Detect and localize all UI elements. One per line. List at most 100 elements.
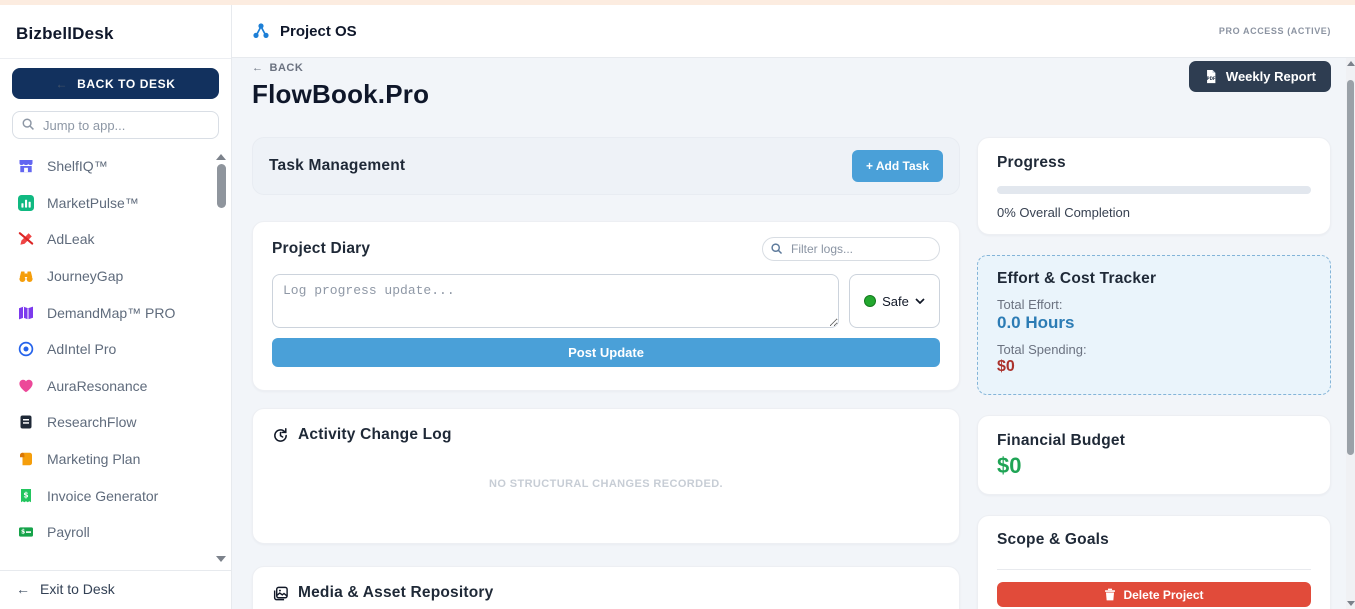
divider <box>997 569 1311 570</box>
weekly-report-button[interactable]: PDF Weekly Report <box>1189 61 1331 92</box>
post-update-button[interactable]: Post Update <box>272 338 940 367</box>
scrollbar-thumb[interactable] <box>217 164 226 208</box>
sidebar-item-adleak[interactable]: AdLeak <box>0 221 213 258</box>
scroll-down-arrow[interactable] <box>216 556 226 562</box>
effort-cost-tracker-card: Effort & Cost Tracker Total Effort: 0.0 … <box>977 255 1331 395</box>
svg-text:$: $ <box>23 490 28 499</box>
log-update-textarea[interactable] <box>272 274 839 328</box>
eye-icon <box>18 341 34 357</box>
scroll-down-arrow[interactable] <box>1347 601 1355 606</box>
scrollbar-thumb[interactable] <box>1347 80 1354 455</box>
scope-goals-title: Scope & Goals <box>997 531 1109 548</box>
exit-to-desk-label: Exit to Desk <box>40 581 115 597</box>
total-effort-label: Total Effort: <box>997 297 1311 312</box>
brand-title: BizbellDesk <box>16 24 215 44</box>
filter-logs-input[interactable] <box>762 237 940 261</box>
sidebar-item-payroll[interactable]: $ Payroll <box>0 514 213 551</box>
left-arrow-icon: ← <box>252 62 264 74</box>
sidebar-item-label: AdIntel Pro <box>47 341 116 357</box>
progress-card: Progress 0% Overall Completion <box>977 137 1331 235</box>
task-management-card: Task Management + Add Task <box>252 137 960 195</box>
sidebar-item-shelfiq[interactable]: ShelfIQ™ <box>0 148 213 185</box>
progress-title: Progress <box>997 154 1066 171</box>
svg-text:PDF: PDF <box>1207 76 1216 81</box>
page-scrollbar[interactable] <box>1346 58 1355 609</box>
app-list: ShelfIQ™ MarketPulse™ AdLeak JourneyGap … <box>0 148 231 570</box>
green-circle-icon <box>864 295 876 307</box>
back-link[interactable]: ← BACK <box>252 62 303 74</box>
pro-access-badge: PRO ACCESS (ACTIVE) <box>1219 26 1331 36</box>
sidebar-item-journeygap[interactable]: JourneyGap <box>0 258 213 295</box>
sidebar-scrollbar[interactable] <box>216 148 227 570</box>
sidebar: BizbellDesk ← BACK TO DESK ShelfIQ™ Mark… <box>0 5 232 609</box>
sidebar-item-invoice-generator[interactable]: $ Invoice Generator <box>0 477 213 514</box>
sidebar-item-label: AuraResonance <box>47 378 147 394</box>
activity-change-log-card: Activity Change Log NO STRUCTURAL CHANGE… <box>252 408 960 544</box>
trash-icon <box>1104 588 1116 601</box>
exit-to-desk-link[interactable]: ← Exit to Desk <box>16 581 115 597</box>
sidebar-item-auraresonance[interactable]: AuraResonance <box>0 368 213 405</box>
project-title: FlowBook.Pro <box>252 79 1331 110</box>
media-repository-card: Media & Asset Repository <box>252 566 960 609</box>
weekly-report-label: Weekly Report <box>1226 69 1316 84</box>
task-management-title: Task Management <box>269 157 405 175</box>
sidebar-item-label: MarketPulse™ <box>47 195 139 211</box>
back-to-desk-button[interactable]: ← BACK TO DESK <box>12 68 219 99</box>
pdf-file-icon: PDF <box>1204 69 1218 84</box>
sidebar-item-marketpulse[interactable]: MarketPulse™ <box>0 185 213 222</box>
sidebar-item-label: Marketing Plan <box>47 451 140 467</box>
document-icon <box>18 414 34 430</box>
back-link-label: BACK <box>270 62 304 74</box>
progress-bar <box>997 186 1311 194</box>
bar-chart-icon <box>18 195 34 211</box>
delete-project-button[interactable]: Delete Project <box>997 582 1311 607</box>
sidebar-item-marketing-plan[interactable]: Marketing Plan <box>0 441 213 478</box>
payroll-card-icon: $ <box>18 524 34 540</box>
heart-icon <box>18 378 34 394</box>
scroll-icon <box>18 451 34 467</box>
total-spending-value: $0 <box>997 358 1311 376</box>
sidebar-item-label: Invoice Generator <box>47 488 158 504</box>
financial-budget-title: Financial Budget <box>997 432 1125 449</box>
financial-budget-value: $0 <box>997 453 1311 479</box>
delete-project-label: Delete Project <box>1123 588 1203 602</box>
scroll-up-arrow[interactable] <box>216 154 226 160</box>
sidebar-item-demandmap[interactable]: DemandMap™ PRO <box>0 294 213 331</box>
effort-cost-title: Effort & Cost Tracker <box>997 270 1156 287</box>
sidebar-item-label: DemandMap™ PRO <box>47 305 175 321</box>
add-task-button[interactable]: + Add Task <box>852 150 943 182</box>
back-to-desk-label: BACK TO DESK <box>77 77 175 91</box>
left-arrow-icon: ← <box>56 77 69 91</box>
sidebar-item-researchflow[interactable]: ResearchFlow <box>0 404 213 441</box>
scope-goals-card: Scope & Goals Delete Project <box>977 515 1331 609</box>
total-spending-label: Total Spending: <box>997 342 1311 357</box>
financial-budget-card: Financial Budget $0 <box>977 415 1331 495</box>
empty-log-message: NO STRUCTURAL CHANGES RECORDED. <box>272 478 940 490</box>
risk-status-select[interactable]: Safe <box>849 274 940 328</box>
map-icon <box>18 305 34 321</box>
chevron-down-icon <box>915 298 925 304</box>
history-icon <box>272 427 289 444</box>
project-diary-title: Project Diary <box>272 240 370 258</box>
risk-status-value: Safe <box>882 294 909 309</box>
project-diary-card: Project Diary <box>252 221 960 391</box>
media-icon <box>272 585 289 602</box>
search-icon <box>21 117 35 136</box>
sidebar-item-label: JourneyGap <box>47 268 123 284</box>
sidebar-item-label: AdLeak <box>47 231 94 247</box>
completion-label: 0% Overall Completion <box>997 205 1311 220</box>
sidebar-item-label: ShelfIQ™ <box>47 158 108 174</box>
jump-to-app-input[interactable] <box>12 111 219 139</box>
left-arrow-icon: ← <box>16 581 30 597</box>
sidebar-item-adintel[interactable]: AdIntel Pro <box>0 331 213 368</box>
scroll-up-arrow[interactable] <box>1347 61 1355 66</box>
brand-header: BizbellDesk <box>0 5 231 59</box>
media-repository-title: Media & Asset Repository <box>298 584 493 602</box>
sidebar-item-label: ResearchFlow <box>47 414 136 430</box>
binoculars-icon <box>18 268 34 284</box>
search-icon <box>770 242 783 260</box>
project-os-logo-icon <box>252 22 270 40</box>
page-content: PDF Weekly Report ← BACK FlowBook.Pro Ta… <box>232 58 1355 609</box>
app-title: Project OS <box>280 23 357 40</box>
activity-log-title: Activity Change Log <box>298 426 452 444</box>
